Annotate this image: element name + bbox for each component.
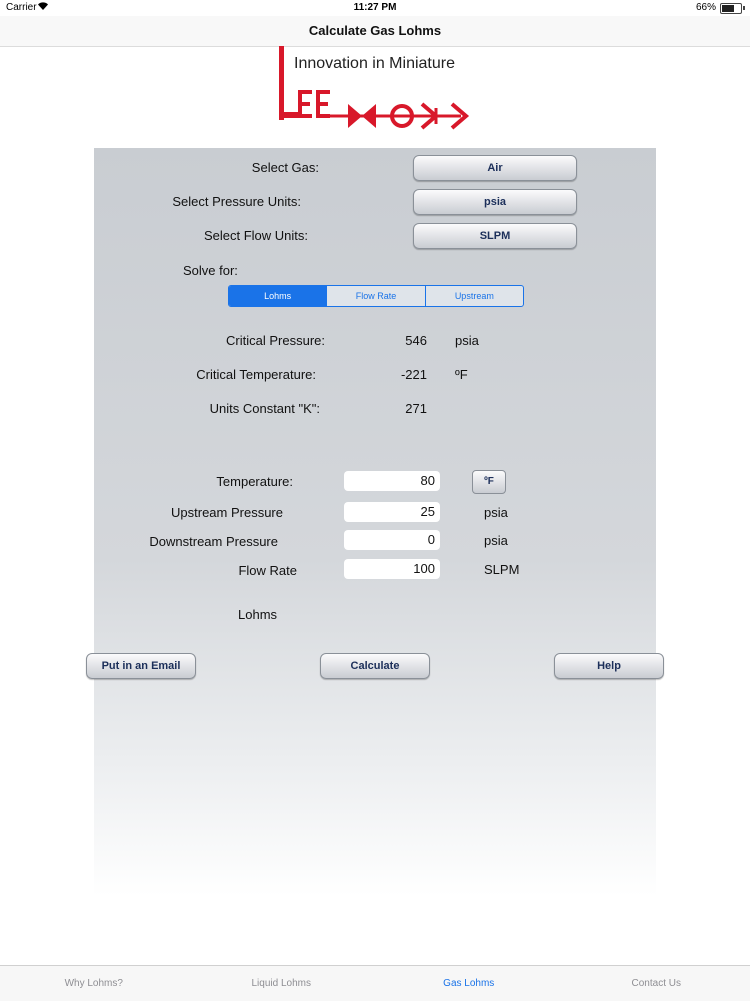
temperature-field[interactable]: 80 bbox=[344, 471, 440, 491]
battery-icon bbox=[720, 3, 742, 14]
tab-why-lohms[interactable]: Why Lohms? bbox=[0, 966, 188, 1001]
temperature-label: Temperature: bbox=[94, 474, 293, 489]
units-constant-label: Units Constant "K": bbox=[94, 401, 320, 416]
help-button[interactable]: Help bbox=[554, 653, 664, 679]
tab-liquid-lohms[interactable]: Liquid Lohms bbox=[188, 966, 376, 1001]
upstream-pressure-label: Upstream Pressure bbox=[94, 505, 283, 520]
tab-contact-us[interactable]: Contact Us bbox=[563, 966, 750, 1001]
critical-pressure-value: 546 bbox=[377, 333, 427, 348]
flow-rate-unit: SLPM bbox=[484, 562, 519, 577]
select-gas-label: Select Gas: bbox=[94, 160, 319, 175]
lohms-result-label: Lohms bbox=[238, 607, 277, 622]
downstream-pressure-field[interactable]: 0 bbox=[344, 530, 440, 550]
upstream-pressure-unit: psia bbox=[484, 505, 508, 520]
navigation-bar: Calculate Gas Lohms bbox=[0, 16, 750, 47]
solve-for-segmented-control: Lohms Flow Rate Upstream bbox=[228, 285, 524, 307]
temperature-unit-button[interactable]: ºF bbox=[472, 470, 506, 494]
critical-temperature-unit: ºF bbox=[455, 367, 468, 382]
calculator-panel: Select Gas: Air Select Pressure Units: p… bbox=[94, 148, 656, 896]
battery-percent: 66% bbox=[696, 2, 716, 13]
calculate-button[interactable]: Calculate bbox=[320, 653, 430, 679]
units-constant-value: 271 bbox=[377, 401, 427, 416]
lee-logo: Innovation in Miniature bbox=[276, 46, 476, 136]
upstream-pressure-field[interactable]: 25 bbox=[344, 502, 440, 522]
downstream-pressure-unit: psia bbox=[484, 533, 508, 548]
flow-units-button[interactable]: SLPM bbox=[413, 223, 577, 249]
page-title: Calculate Gas Lohms bbox=[0, 23, 750, 38]
tab-gas-lohms[interactable]: Gas Lohms bbox=[375, 966, 563, 1001]
flow-rate-field[interactable]: 100 bbox=[344, 559, 440, 579]
flow-units-label: Select Flow Units: bbox=[94, 228, 308, 243]
pressure-units-button[interactable]: psia bbox=[413, 189, 577, 215]
segment-lohms[interactable]: Lohms bbox=[229, 286, 327, 306]
tab-bar: Why Lohms? Liquid Lohms Gas Lohms Contac… bbox=[0, 965, 750, 1001]
flow-rate-label: Flow Rate bbox=[94, 563, 297, 578]
clock: 11:27 PM bbox=[0, 2, 750, 13]
logo-tagline: Innovation in Miniature bbox=[294, 55, 455, 73]
critical-temperature-value: -221 bbox=[377, 367, 427, 382]
segment-flow-rate[interactable]: Flow Rate bbox=[327, 286, 425, 306]
email-button[interactable]: Put in an Email bbox=[86, 653, 196, 679]
critical-pressure-label: Critical Pressure: bbox=[94, 333, 325, 348]
gas-select-button[interactable]: Air bbox=[413, 155, 577, 181]
pressure-units-label: Select Pressure Units: bbox=[94, 194, 301, 209]
solve-for-label: Solve for: bbox=[183, 263, 238, 278]
downstream-pressure-label: Downstream Pressure bbox=[94, 534, 278, 549]
critical-temperature-label: Critical Temperature: bbox=[94, 367, 316, 382]
critical-pressure-unit: psia bbox=[455, 333, 479, 348]
segment-upstream[interactable]: Upstream bbox=[426, 286, 523, 306]
status-bar: Carrier 11:27 PM 66% bbox=[0, 0, 750, 16]
